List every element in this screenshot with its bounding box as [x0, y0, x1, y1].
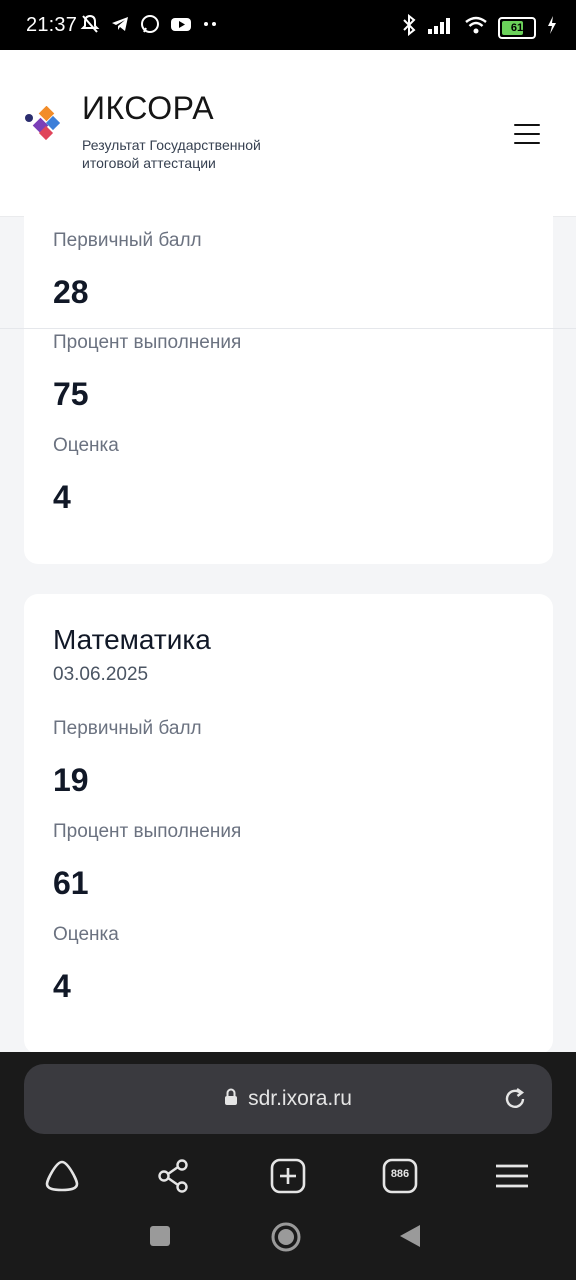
subject-title: Математика: [53, 624, 211, 655]
percent-value: 75: [53, 376, 89, 412]
notification-icons: [80, 14, 220, 34]
tabs-counter-button[interactable]: 886: [380, 1156, 420, 1196]
status-time: 21:37: [26, 14, 78, 36]
site-header: ИКСОРА Результат Государственной итогово…: [0, 50, 576, 216]
grade-label: Оценка: [53, 924, 119, 945]
system-icons: 61: [400, 13, 558, 41]
address-bar[interactable]: sdr.ixora.ru: [24, 1064, 552, 1134]
percent-label: Процент выполнения: [53, 332, 242, 353]
percent-value: 61: [53, 865, 89, 901]
percent-label: Процент выполнения: [53, 821, 242, 842]
url-text[interactable]: sdr.ixora.ru: [248, 1087, 352, 1111]
brand-name[interactable]: ИКСОРА: [82, 90, 214, 127]
home-circle-icon[interactable]: [270, 1221, 302, 1253]
sticky-divider: [0, 328, 576, 329]
android-nav-bar: [0, 1221, 576, 1264]
charging-icon: [546, 15, 558, 40]
browser-bottom-nav: 886: [0, 1156, 576, 1206]
primary-score-label: Первичный балл: [53, 230, 202, 251]
bluetooth-icon: [400, 13, 418, 41]
reload-icon[interactable]: [500, 1084, 530, 1114]
brand-subtitle-line2: итоговой аттестации: [82, 155, 216, 171]
battery-level: 61: [510, 21, 524, 34]
browser-menu-icon[interactable]: [492, 1156, 532, 1196]
grade-label: Оценка: [53, 435, 119, 456]
result-card: Первичный балл 28 Процент выполнения 75 …: [24, 216, 553, 564]
primary-score-value: 28: [53, 274, 89, 310]
browser-toolbar: sdr.ixora.ru 886: [0, 1052, 576, 1280]
primary-score-value: 19: [53, 762, 89, 798]
share-icon[interactable]: [154, 1156, 194, 1196]
status-bar: 21:37 61: [0, 0, 576, 50]
alice-home-icon[interactable]: [42, 1156, 82, 1196]
youtube-icon: [170, 14, 191, 34]
grade-value: 4: [53, 479, 71, 515]
wifi-icon: [464, 15, 488, 40]
bell-off-icon: [80, 14, 100, 34]
new-tab-icon[interactable]: [268, 1156, 308, 1196]
telegram-icon: [110, 14, 130, 34]
lock-icon: [224, 1088, 238, 1111]
signal-icon: [428, 16, 454, 39]
brand-subtitle: Результат Государственной итоговой аттес…: [82, 136, 261, 172]
grade-value: 4: [53, 968, 71, 1004]
battery-indicator: 61: [498, 16, 536, 39]
hamburger-menu-icon[interactable]: [514, 124, 540, 144]
ixora-logo-icon[interactable]: [24, 106, 60, 142]
whatsapp-icon: [140, 14, 160, 34]
primary-score-label: Первичный балл: [53, 718, 202, 739]
exam-date: 03.06.2025: [53, 664, 149, 685]
tabs-count: 886: [390, 1168, 410, 1180]
brand-subtitle-line1: Результат Государственной: [82, 137, 261, 153]
recents-square-icon[interactable]: [148, 1224, 172, 1248]
result-card: Математика 03.06.2025 Первичный балл 19 …: [24, 594, 553, 1054]
back-triangle-icon[interactable]: [398, 1224, 422, 1248]
more-dots-icon: [200, 14, 220, 34]
